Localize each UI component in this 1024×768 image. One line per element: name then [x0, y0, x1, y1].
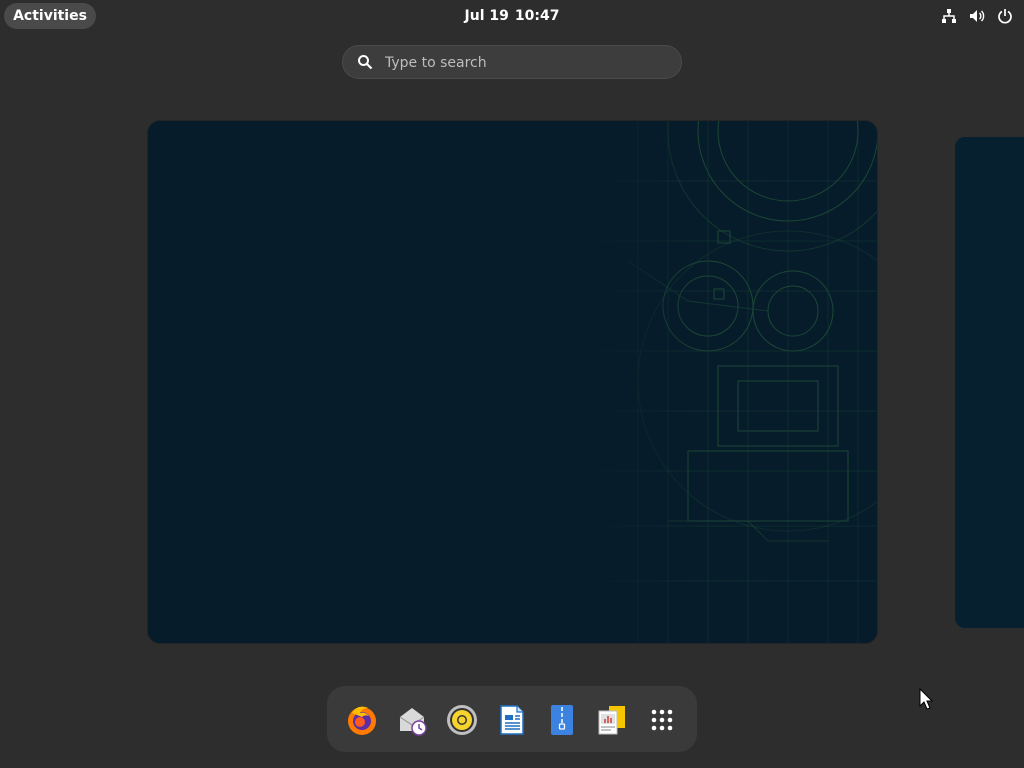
archive-manager-icon[interactable]	[545, 703, 579, 737]
dash	[327, 686, 697, 752]
clock-button[interactable]: Jul 19 10:47	[0, 0, 1024, 32]
search-icon	[358, 55, 373, 70]
search-input[interactable]	[383, 46, 667, 80]
system-tray[interactable]	[940, 0, 1014, 32]
search-entry[interactable]	[342, 45, 682, 80]
wallpaper-blueprint	[148, 121, 877, 643]
volume-icon[interactable]	[968, 7, 986, 25]
writer-document-icon[interactable]	[495, 703, 529, 737]
impress-icon[interactable]	[595, 703, 629, 737]
workspace-thumbnail[interactable]	[148, 121, 877, 643]
top-bar: Activities Jul 19 10:47	[0, 0, 1024, 32]
next-workspace-thumbnail[interactable]	[955, 137, 1024, 628]
mouse-cursor-icon	[919, 688, 933, 710]
clock-time: 10:47	[514, 8, 560, 24]
app-grid-icon[interactable]	[645, 703, 679, 737]
power-icon[interactable]	[996, 7, 1014, 25]
evolution-mail-icon[interactable]	[395, 703, 429, 737]
clock-date: Jul 19	[464, 8, 509, 24]
rhythmbox-icon[interactable]	[445, 703, 479, 737]
firefox-icon[interactable]	[345, 703, 379, 737]
network-icon[interactable]	[940, 7, 958, 25]
